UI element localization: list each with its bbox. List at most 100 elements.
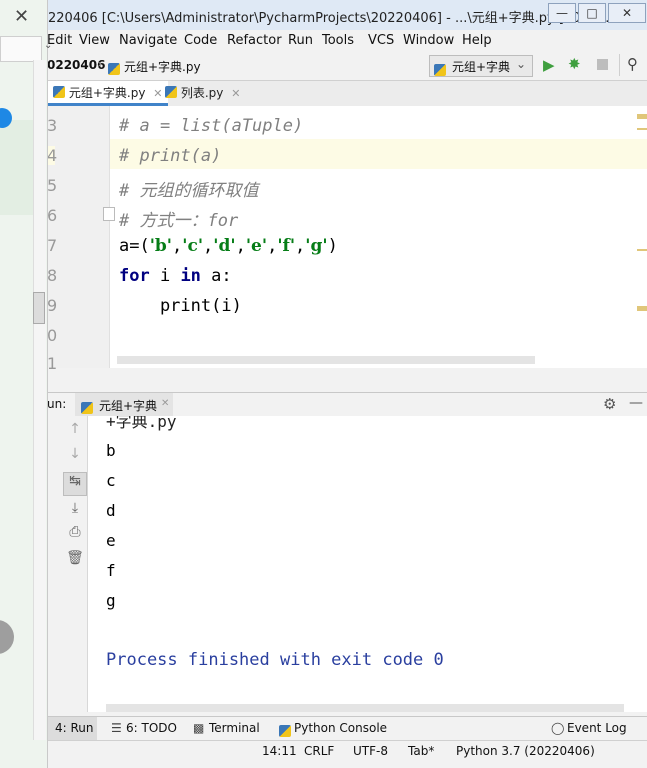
line-number: 4	[47, 146, 58, 165]
soft-wrap-icon[interactable]: ↹	[65, 473, 85, 489]
error-stripe-marker[interactable]	[637, 128, 647, 130]
horizontal-scrollbar[interactable]	[117, 356, 535, 364]
output-line: c	[106, 471, 116, 490]
title-bar: 220406 [C:\Users\Administrator\PycharmPr…	[0, 0, 647, 31]
editor-tabs: 元组+字典.py ✕ 列表.py ✕	[47, 81, 647, 107]
run-panel-header: un: 元组+字典 ✕ ⚙ —	[47, 392, 647, 418]
chevron-right-icon: ›	[97, 57, 103, 72]
trash-icon[interactable]: 🗑	[65, 550, 85, 566]
search-icon[interactable]: ⚲	[627, 55, 638, 73]
navigation-bar: 0220406 › 元组+字典.py 元组+字典 ⌄ ▶ ✸ ⚲	[47, 52, 647, 81]
event-log-toolwindow-tab[interactable]: Event Log	[567, 721, 627, 735]
breadcrumb-file[interactable]: 元组+字典.py	[124, 58, 201, 75]
run-icon[interactable]: ▶	[543, 56, 555, 74]
run-tab-label: 元组+字典	[99, 399, 158, 413]
todo-icon: ☰	[111, 721, 122, 735]
output-line: f	[106, 561, 116, 580]
menu-tools[interactable]: Tools	[322, 33, 354, 48]
side-scroll-thumb[interactable]	[33, 292, 45, 324]
line-number: 7	[47, 236, 58, 255]
side-scroll-track[interactable]	[33, 60, 46, 740]
caret-position[interactable]: 14:11	[262, 744, 297, 758]
string-literal: 'c'	[182, 236, 204, 256]
tab-label: 列表.py	[180, 86, 224, 100]
line-number: 5	[47, 176, 58, 195]
python-console-icon	[279, 721, 291, 740]
menu-navigate[interactable]: Navigate	[119, 33, 177, 48]
horizontal-scrollbar[interactable]	[106, 704, 624, 712]
output-line: g	[106, 591, 116, 610]
error-stripe-marker[interactable]	[637, 249, 647, 251]
arrow-up-icon[interactable]: ↑	[65, 421, 85, 437]
code-line-tuple: a=('b','c','d','e','f','g')	[119, 236, 338, 256]
tab-label: 元组+字典.py	[68, 86, 146, 100]
toolbar-divider	[619, 54, 620, 76]
code-editor[interactable]: 3 4 5 6 7 8 9 0 1 # a = list(aTuple) # p…	[47, 106, 647, 373]
side-avatar	[0, 620, 14, 654]
chevron-down-icon: ⌄	[516, 57, 527, 71]
run-label: un:	[47, 397, 67, 411]
side-input[interactable]	[0, 36, 42, 62]
close-button[interactable]: ✕	[608, 3, 646, 23]
arrow-down-icon[interactable]: ↓	[65, 446, 85, 462]
code-line-for: for i in a:	[119, 266, 232, 286]
event-log-icon: ◯	[551, 721, 565, 735]
output-line: b	[106, 441, 116, 460]
menu-vcs[interactable]: VCS	[368, 33, 394, 48]
print-icon[interactable]: ⎙	[65, 524, 85, 540]
terminal-icon: ▩	[193, 721, 205, 735]
code-line-print: print(i)	[119, 296, 242, 316]
tab-list[interactable]: 列表.py ✕	[159, 81, 246, 105]
string-literal: 'd'	[213, 236, 236, 256]
python-file-icon	[53, 86, 65, 100]
stop-icon[interactable]	[597, 59, 608, 70]
line-number: 1	[47, 354, 58, 373]
python-config-icon	[434, 60, 446, 79]
python-console-toolwindow-tab[interactable]: Python Console	[294, 721, 387, 735]
line-number: 8	[47, 266, 58, 285]
menu-help[interactable]: Help	[462, 33, 492, 48]
string-literal: 'e'	[245, 236, 268, 256]
menu-window[interactable]: Window	[403, 33, 454, 48]
fold-icon[interactable]	[103, 207, 115, 221]
chevron-down-icon[interactable]: ⌄	[44, 40, 52, 51]
string-literal: 'g'	[305, 236, 328, 256]
file-encoding[interactable]: UTF-8	[353, 744, 388, 758]
line-number: 6	[47, 206, 58, 225]
debug-icon[interactable]: ✸	[568, 55, 581, 73]
string-literal: 'f'	[277, 236, 296, 256]
run-tab[interactable]: 元组+字典 ✕	[75, 393, 173, 417]
side-window: ✕ ⌄	[0, 0, 52, 768]
python-file-icon	[165, 86, 177, 100]
line-number: 3	[47, 116, 58, 135]
console-output[interactable]: +字典.py b c d e f g Process finished with…	[88, 416, 647, 712]
scroll-to-end-icon[interactable]: ⤓	[65, 500, 85, 516]
error-stripe-marker[interactable]	[637, 306, 647, 311]
indent-setting[interactable]: Tab*	[408, 744, 434, 758]
menu-code[interactable]: Code	[184, 33, 217, 48]
run-config-dropdown[interactable]: 元组+字典 ⌄	[429, 55, 533, 77]
close-icon[interactable]: ✕	[14, 6, 29, 27]
code-line: # a = list(aTuple)	[119, 116, 304, 136]
tool-window-bar: 4: Run ☰ 6: TODO ▩ Terminal Python Conso…	[47, 716, 647, 741]
line-number: 9	[47, 296, 58, 315]
minimize-panel-icon[interactable]: —	[629, 395, 643, 411]
minimize-button[interactable]: —	[548, 3, 576, 23]
python-interpreter[interactable]: Python 3.7 (20220406)	[456, 744, 595, 758]
window-title: 220406 [C:\Users\Administrator\PycharmPr…	[48, 11, 610, 26]
close-tab-icon[interactable]: ✕	[231, 87, 240, 100]
run-toolwindow-tab[interactable]: 4: Run	[55, 721, 94, 735]
menu-run[interactable]: Run	[288, 33, 313, 48]
menu-refactor[interactable]: Refactor	[227, 33, 282, 48]
code-line: # 方式一：for	[119, 211, 239, 231]
todo-toolwindow-tab[interactable]: 6: TODO	[126, 721, 177, 735]
close-tab-icon[interactable]: ✕	[161, 398, 169, 409]
error-stripe-marker[interactable]	[637, 114, 647, 119]
run-toolbar: ↑ ↓ ↹ ⤓ ⎙ 🗑	[47, 416, 88, 712]
terminal-toolwindow-tab[interactable]: Terminal	[209, 721, 260, 735]
line-separator[interactable]: CRLF	[304, 744, 334, 758]
tab-tuple-dict[interactable]: 元组+字典.py ✕	[47, 81, 169, 106]
maximize-button[interactable]: □	[578, 3, 606, 23]
menu-view[interactable]: View	[79, 33, 110, 48]
gear-icon[interactable]: ⚙	[603, 395, 616, 413]
